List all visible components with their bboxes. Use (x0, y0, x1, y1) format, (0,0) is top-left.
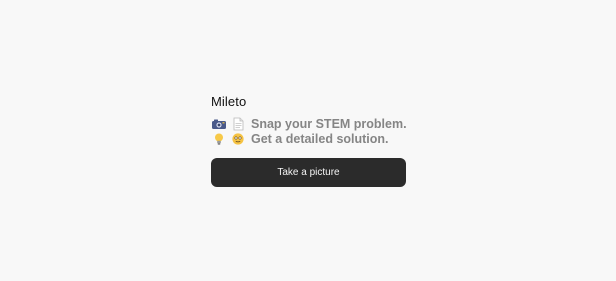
app-title: Mileto (211, 94, 247, 109)
thinking-face-icon (230, 132, 246, 146)
steps-list: Snap your STEM problem. Get a detailed s… (211, 116, 407, 146)
lightbulb-icon (211, 132, 227, 146)
take-picture-button[interactable]: Take a picture (211, 158, 406, 187)
document-icon (230, 117, 246, 131)
camera-icon (211, 117, 227, 131)
step-snap-text: Snap your STEM problem. (251, 116, 407, 131)
step-snap: Snap your STEM problem. (211, 116, 407, 131)
step-solution: Get a detailed solution. (211, 131, 406, 146)
app-root: Mileto Snap your STEM problem. Get a det… (0, 0, 616, 281)
intro-card: Mileto Snap your STEM problem. Get a det… (211, 94, 407, 146)
step-solution-text: Get a detailed solution. (251, 131, 389, 146)
